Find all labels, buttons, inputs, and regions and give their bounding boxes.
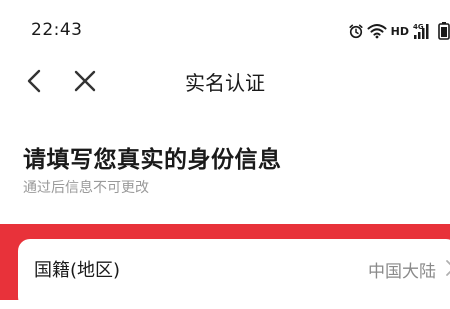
- status-icons: HD 4G: [348, 20, 450, 42]
- page-title: 实名认证: [185, 71, 265, 95]
- status-time: 22:43: [31, 20, 83, 40]
- form-heading: 请填写您真实的身份信息: [23, 147, 282, 173]
- signal-icon: 4G: [413, 22, 435, 40]
- nationality-row[interactable]: 国籍(地区) 中国大陆: [18, 239, 450, 295]
- nationality-label: 国籍(地区): [34, 260, 121, 281]
- battery-icon: [438, 22, 450, 40]
- nationality-value: 中国大陆: [368, 262, 436, 282]
- network-label: HD: [390, 24, 409, 38]
- status-bar: 22:43 HD 4G: [0, 0, 450, 60]
- form-card: 国籍(地区) 中国大陆: [18, 239, 450, 309]
- chevron-right-icon: [444, 259, 450, 277]
- form-subheading: 通过后信息不可更改: [23, 180, 149, 196]
- nav-bar: 实名认证: [0, 60, 450, 102]
- wifi-icon: [367, 23, 387, 39]
- alarm-icon: [348, 23, 364, 39]
